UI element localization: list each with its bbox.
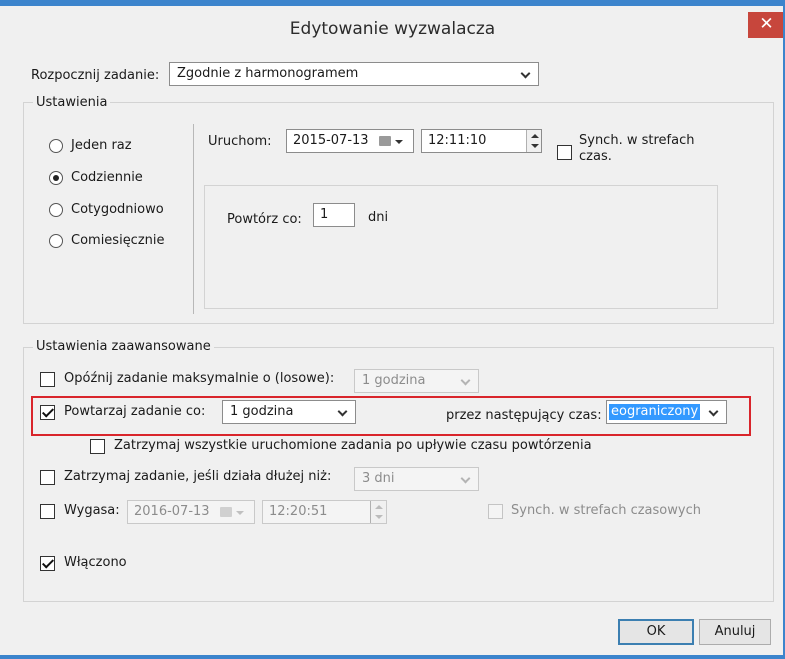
calendar-icon[interactable] xyxy=(379,136,391,146)
expire-checkbox[interactable] xyxy=(40,504,55,519)
close-button[interactable]: ✕ xyxy=(748,12,785,38)
radio-once-label: Jeden raz xyxy=(71,138,132,153)
radio-button[interactable] xyxy=(49,234,63,248)
calendar-icon[interactable] xyxy=(220,507,232,517)
dropdown-caret-icon[interactable] xyxy=(236,511,244,515)
advanced-legend: Ustawienia zaawansowane xyxy=(33,339,214,354)
spinner-down-icon[interactable] xyxy=(531,144,539,148)
chevron-down-icon xyxy=(709,408,717,416)
radio-dot xyxy=(53,175,59,181)
start-time-value: 12:11:10 xyxy=(428,133,487,148)
window-title: Edytowanie wyzwalacza xyxy=(289,19,496,39)
time-spinner[interactable] xyxy=(370,501,386,523)
stop-all-checkbox[interactable] xyxy=(90,439,105,454)
begin-task-label: Rozpocznij zadanie: xyxy=(31,68,160,83)
repeat-every-unit: dni xyxy=(368,210,389,225)
begin-task-value: Zgodnie z harmonogramem xyxy=(177,66,359,81)
start-time-field[interactable]: 12:11:10 xyxy=(421,129,542,153)
duration-value: eograniczony xyxy=(609,404,701,420)
expire-sync-label: Synch. w strefach czasowych xyxy=(511,503,701,518)
chevron-down-icon xyxy=(338,408,346,416)
dropdown-caret-icon[interactable] xyxy=(395,140,403,144)
stop-if-label: Zatrzymaj zadanie, jeśli działa dłużej n… xyxy=(64,469,332,484)
begin-task-dropdown[interactable]: Zgodnie z harmonogramem xyxy=(169,62,539,86)
repeat-every-label: Powtórz co: xyxy=(227,212,302,227)
expire-sync-checkbox[interactable] xyxy=(488,504,503,519)
radio-button[interactable] xyxy=(49,203,63,217)
chevron-down-icon xyxy=(461,377,469,385)
radio-weekly-label: Cotygodniowo xyxy=(71,202,164,217)
window-border-bottom xyxy=(0,655,785,659)
spinner-up-icon[interactable] xyxy=(531,134,539,138)
radio-button-selected[interactable] xyxy=(49,171,63,185)
expire-time-field[interactable]: 12:20:51 xyxy=(262,500,387,524)
checkmark-icon xyxy=(41,405,55,418)
repeat-task-checkbox[interactable] xyxy=(40,405,55,420)
start-label: Uruchom: xyxy=(208,134,272,149)
repeat-interval-dropdown[interactable]: 1 godzina xyxy=(222,400,356,424)
radio-daily-label: Codziennie xyxy=(71,170,143,185)
time-spinner[interactable] xyxy=(526,130,541,152)
duration-label: przez następujący czas: xyxy=(446,408,602,423)
stop-if-checkbox[interactable] xyxy=(40,470,55,485)
stop-if-dropdown[interactable]: 3 dni xyxy=(354,467,479,491)
repeat-every-input[interactable]: 1 xyxy=(313,203,355,227)
ok-button[interactable]: OK xyxy=(618,619,694,645)
chevron-down-icon xyxy=(521,70,529,78)
delay-label: Opóźnij zadanie maksymalnie o (losowe): xyxy=(64,371,335,386)
duration-dropdown[interactable]: eograniczony xyxy=(606,400,727,424)
sync-timezones-checkbox[interactable] xyxy=(557,145,572,160)
settings-divider xyxy=(193,124,194,314)
delay-dropdown[interactable]: 1 godzina xyxy=(354,369,479,393)
stop-all-label: Zatrzymaj wszystkie uruchomione zadania … xyxy=(114,438,592,453)
spinner-up-icon[interactable] xyxy=(375,505,383,509)
start-date-picker[interactable]: 2015-07-13 xyxy=(286,129,414,153)
checkmark-icon xyxy=(41,556,55,569)
radio-monthly-label: Comiesięcznie xyxy=(71,233,165,248)
cancel-button[interactable]: Anuluj xyxy=(699,619,771,645)
expire-label: Wygasa: xyxy=(64,503,120,518)
delay-checkbox[interactable] xyxy=(40,372,55,387)
radio-button[interactable] xyxy=(49,139,63,153)
sync-timezones-label: Synch. w strefach czas. xyxy=(579,133,695,164)
expire-date-picker[interactable]: 2016-07-13 xyxy=(127,500,255,524)
settings-legend: Ustawienia xyxy=(33,95,111,110)
start-date-value: 2015-07-13 xyxy=(293,133,369,148)
enabled-checkbox[interactable] xyxy=(40,556,55,571)
enabled-label: Włączono xyxy=(64,555,127,570)
recur-panel xyxy=(204,185,718,309)
chevron-down-icon xyxy=(461,475,469,483)
spinner-down-icon[interactable] xyxy=(375,515,383,519)
repeat-task-label: Powtarzaj zadanie co: xyxy=(64,404,206,419)
